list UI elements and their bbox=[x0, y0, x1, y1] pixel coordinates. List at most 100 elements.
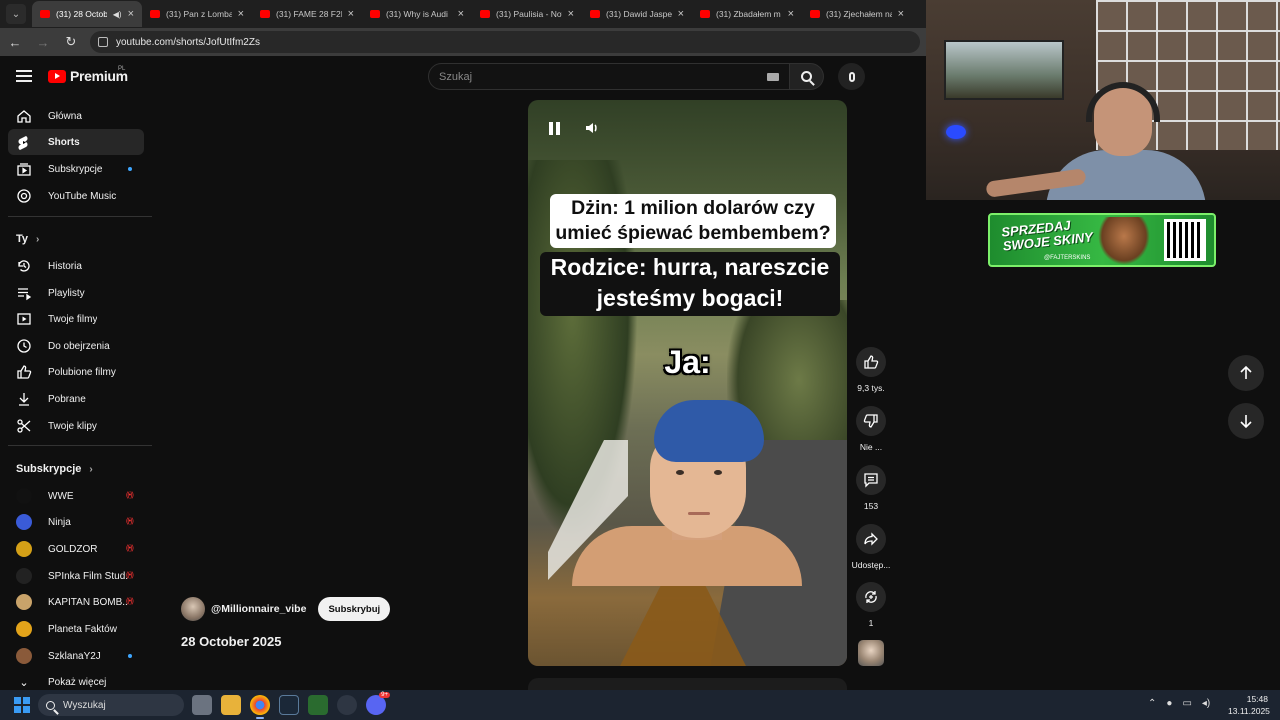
live-icon: ((•)) bbox=[126, 572, 134, 579]
thumbs-up-icon bbox=[864, 355, 879, 369]
obs-icon[interactable] bbox=[337, 695, 357, 715]
subscribe-button[interactable]: Subskrybuj bbox=[318, 597, 391, 621]
search-placeholder: Szukaj bbox=[439, 70, 473, 83]
next-short-peek[interactable] bbox=[528, 678, 847, 690]
sidebar-item[interactable]: Shorts bbox=[8, 129, 144, 155]
browser-tab[interactable]: (31) Dawid Jasper × bbox=[582, 1, 692, 27]
file-explorer-icon[interactable] bbox=[221, 695, 241, 715]
tab-audio-icon[interactable]: ◀) bbox=[113, 10, 122, 19]
youtube-play-icon bbox=[48, 69, 66, 83]
sidebar-item[interactable]: Twoje filmy bbox=[8, 306, 144, 332]
windows-start-icon[interactable] bbox=[14, 697, 30, 713]
task-view-icon[interactable] bbox=[192, 695, 212, 715]
sidebar-item[interactable]: Ninja ((•)) bbox=[8, 509, 144, 535]
sidebar-item-label: Shorts bbox=[48, 136, 80, 148]
sidebar-item[interactable]: Do obejrzenia bbox=[8, 333, 144, 359]
close-tab-icon[interactable]: × bbox=[678, 8, 684, 20]
browser-tab[interactable]: (31) Zjechałem na × bbox=[802, 1, 912, 27]
you-section-heading[interactable]: Ty › bbox=[16, 233, 39, 245]
close-tab-icon[interactable]: × bbox=[348, 8, 354, 20]
sidebar-item[interactable]: Historia bbox=[8, 253, 144, 279]
browser-tab[interactable]: (31) Paulisia - Nov × bbox=[472, 1, 582, 27]
remix-button[interactable] bbox=[856, 582, 886, 612]
dislike-action: Nie ... bbox=[850, 406, 892, 452]
sound-thumbnail[interactable] bbox=[858, 640, 884, 666]
close-tab-icon[interactable]: × bbox=[238, 8, 244, 20]
sidebar-item[interactable]: Planeta Faktów bbox=[8, 616, 144, 642]
sidebar-item-label: WWE bbox=[48, 490, 74, 502]
channel-name[interactable]: @Millionnaire_vibe bbox=[211, 603, 306, 615]
live-icon: ((•)) bbox=[126, 492, 134, 499]
reload-icon[interactable]: ↻ bbox=[62, 33, 80, 51]
menu-icon[interactable] bbox=[16, 70, 32, 82]
sidebar-item[interactable]: SzklanaY2J bbox=[8, 643, 144, 669]
tab-title: (31) Zjechałem na bbox=[826, 9, 892, 19]
steam-icon[interactable] bbox=[279, 695, 299, 715]
sidebar-item-label: SPInka Film Stud... bbox=[48, 570, 128, 582]
sidebar-item[interactable]: KAPITAN BOMB... ((•)) bbox=[8, 589, 144, 615]
tray-network-icon[interactable]: ▭ bbox=[1182, 698, 1191, 709]
you-heading-label: Ty bbox=[16, 233, 29, 245]
discord-icon[interactable]: 9+ bbox=[366, 692, 390, 715]
watch-later-icon bbox=[16, 338, 32, 354]
dislike-button[interactable] bbox=[856, 406, 886, 436]
banner-dog-image bbox=[1098, 217, 1150, 265]
comments-button[interactable] bbox=[856, 465, 886, 495]
liked-icon bbox=[16, 364, 32, 380]
tray-mic-icon[interactable]: ● bbox=[1166, 698, 1172, 709]
search-input[interactable]: Szukaj bbox=[428, 63, 790, 90]
sidebar-item[interactable]: SPInka Film Stud... ((•)) bbox=[8, 563, 144, 589]
browser-tab[interactable]: (31) 28 Octobe ◀) × bbox=[32, 1, 142, 27]
voice-search-button[interactable] bbox=[838, 63, 865, 90]
browser-tab[interactable]: (31) Why is Audi × bbox=[362, 1, 472, 27]
sidebar-item-label: Polubione filmy bbox=[48, 366, 116, 378]
sidebar-item-label: Planeta Faktów bbox=[48, 623, 117, 635]
taskbar-clock[interactable]: 15:48 13.11.2025 bbox=[1228, 693, 1270, 717]
youtube-logo[interactable]: Premium bbox=[48, 68, 128, 84]
next-short-button[interactable] bbox=[1228, 403, 1264, 439]
channel-avatar[interactable] bbox=[181, 597, 205, 621]
chevron-right-icon: › bbox=[89, 463, 93, 475]
tab-search-icon[interactable]: ⌄ bbox=[6, 4, 26, 24]
sidebar-item[interactable]: YouTube Music bbox=[8, 183, 144, 209]
site-info-icon[interactable] bbox=[98, 37, 108, 47]
xbox-icon[interactable] bbox=[308, 695, 328, 715]
short-video-player[interactable]: Dżin: 1 milion dolarów czy umieć śpiewać… bbox=[528, 100, 847, 666]
volume-icon[interactable] bbox=[582, 118, 602, 138]
sidebar-item[interactable]: Subskrypcje bbox=[8, 156, 144, 182]
chrome-icon[interactable] bbox=[250, 695, 270, 719]
pause-icon[interactable] bbox=[544, 118, 564, 138]
browser-tab[interactable]: (31) FAME 28 F2F × bbox=[252, 1, 362, 27]
sidebar-item[interactable]: Playlisty bbox=[8, 280, 144, 306]
forward-icon[interactable]: → bbox=[34, 33, 52, 51]
sidebar-item[interactable]: Twoje klipy bbox=[8, 413, 144, 439]
like-button[interactable] bbox=[856, 347, 886, 377]
person-eye bbox=[676, 470, 684, 475]
close-tab-icon[interactable]: × bbox=[898, 8, 904, 20]
close-tab-icon[interactable]: × bbox=[788, 8, 794, 20]
close-tab-icon[interactable]: × bbox=[568, 8, 574, 20]
close-tab-icon[interactable]: × bbox=[458, 8, 464, 20]
subscriptions-section-heading[interactable]: Subskrypcje › bbox=[16, 463, 93, 475]
back-icon[interactable]: ← bbox=[6, 33, 24, 51]
search-button[interactable] bbox=[790, 63, 824, 90]
share-button[interactable] bbox=[856, 524, 886, 554]
new-content-dot bbox=[128, 167, 132, 171]
sidebar-item[interactable]: GOLDZOR ((•)) bbox=[8, 536, 144, 562]
previous-short-button[interactable] bbox=[1228, 355, 1264, 391]
tray-chevron-icon[interactable]: ⌃ bbox=[1148, 698, 1156, 709]
browser-tab[interactable]: (31) Pan z Lomba × bbox=[142, 1, 252, 27]
short-date: 28 October 2025 bbox=[181, 634, 282, 649]
sidebar-item-label: SzklanaY2J bbox=[48, 650, 101, 662]
clock-date: 13.11.2025 bbox=[1228, 706, 1270, 716]
close-tab-icon[interactable]: × bbox=[128, 8, 134, 20]
sidebar-item[interactable]: Polubione filmy bbox=[8, 359, 144, 385]
keyboard-icon[interactable] bbox=[767, 73, 779, 81]
url-field[interactable]: youtube.com/shorts/JofUtIfm2Zs bbox=[90, 31, 920, 53]
browser-tab[interactable]: (31) Zbadałem m × bbox=[692, 1, 802, 27]
sidebar-item[interactable]: Główna bbox=[8, 103, 144, 129]
sidebar-item[interactable]: WWE ((•)) bbox=[8, 483, 144, 509]
tray-volume-icon[interactable]: ◂) bbox=[1202, 698, 1210, 709]
sidebar-item[interactable]: Pobrane bbox=[8, 386, 144, 412]
taskbar-search[interactable]: Wyszukaj bbox=[38, 694, 184, 716]
